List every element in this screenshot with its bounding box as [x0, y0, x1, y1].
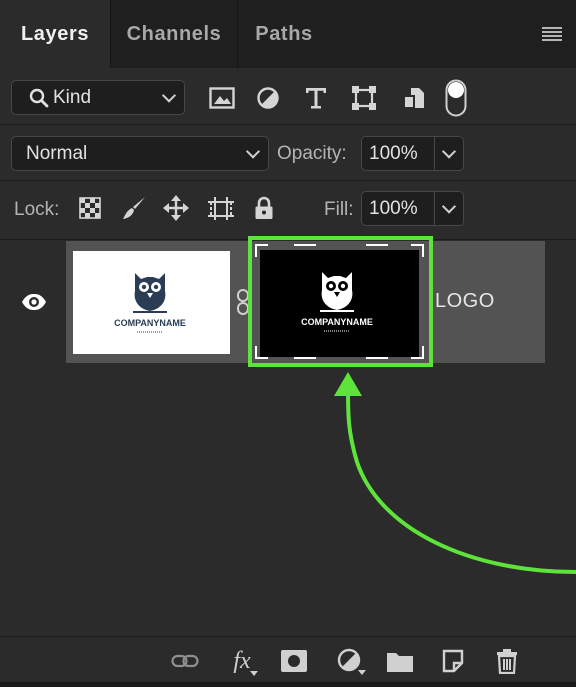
new-adjustment-icon[interactable] [333, 646, 367, 676]
blend-mode-value: Normal [26, 142, 88, 164]
lock-transparent-pixels-icon[interactable] [78, 196, 102, 220]
fill-input[interactable]: 100% [361, 191, 464, 226]
image-filter-icon[interactable] [207, 84, 237, 112]
tab-paths-label: Paths [255, 22, 313, 45]
shape-filter-icon[interactable] [349, 84, 379, 112]
tab-layers-label: Layers [20, 22, 90, 45]
lock-image-pixels-icon[interactable] [120, 194, 148, 222]
filter-toggle-icon[interactable] [443, 79, 469, 117]
lock-all-icon[interactable] [252, 194, 276, 222]
layer-thumbnail[interactable]: COMPANYNAME [73, 251, 230, 354]
opacity-input[interactable]: 100% [361, 136, 464, 171]
tab-channels-label: Channels [126, 22, 222, 45]
highlight-box [248, 236, 433, 367]
chevron-down-icon [441, 143, 457, 159]
tab-channels[interactable]: Channels [111, 0, 237, 68]
owl-logo-icon: COMPANYNAME [114, 273, 186, 333]
opacity-dropdown-button[interactable] [434, 137, 463, 170]
fill-dropdown-button[interactable] [434, 192, 463, 225]
panel-bottom-edge [0, 682, 576, 687]
filter-kind-label: Kind [53, 86, 92, 108]
tab-paths[interactable]: Paths [238, 0, 330, 68]
layer-name[interactable]: LOGO [435, 290, 495, 313]
new-group-icon[interactable] [386, 648, 414, 674]
chevron-down-icon [441, 198, 457, 214]
adjustment-filter-icon[interactable] [253, 84, 283, 112]
row-divider [0, 124, 576, 125]
opacity-value: 100% [369, 142, 418, 164]
type-filter-icon[interactable] [301, 84, 331, 112]
fill-value: 100% [369, 197, 418, 219]
panel-menu-icon[interactable] [542, 27, 562, 41]
fill-label: Fill: [324, 199, 354, 220]
eye-visibility-icon[interactable] [20, 290, 48, 314]
new-layer-icon[interactable] [440, 647, 466, 675]
submenu-triangle-icon [250, 671, 258, 676]
delete-icon[interactable] [494, 646, 520, 676]
svg-text:COMPANYNAME: COMPANYNAME [114, 318, 186, 328]
lock-position-icon[interactable] [162, 194, 190, 222]
add-mask-icon[interactable] [280, 648, 308, 674]
smart-object-filter-icon[interactable] [399, 84, 429, 112]
lock-artboard-icon[interactable] [206, 194, 236, 222]
opacity-label: Opacity: [277, 143, 347, 164]
fx-label: fx [233, 647, 251, 674]
tab-layers[interactable]: Layers [0, 0, 110, 68]
search-icon [29, 88, 49, 107]
lock-label: Lock: [14, 199, 60, 220]
link-layers-icon[interactable] [170, 648, 200, 674]
chevron-down-icon [245, 143, 261, 159]
chevron-down-icon [161, 87, 177, 103]
blend-mode-dropdown[interactable]: Normal [11, 136, 269, 171]
row-divider [0, 180, 576, 181]
filter-kind-dropdown[interactable]: Kind [11, 80, 185, 115]
panel-tab-bar: Layers Channels Paths [0, 0, 576, 68]
submenu-triangle-icon [358, 670, 366, 675]
fx-icon[interactable]: fx [224, 645, 260, 677]
